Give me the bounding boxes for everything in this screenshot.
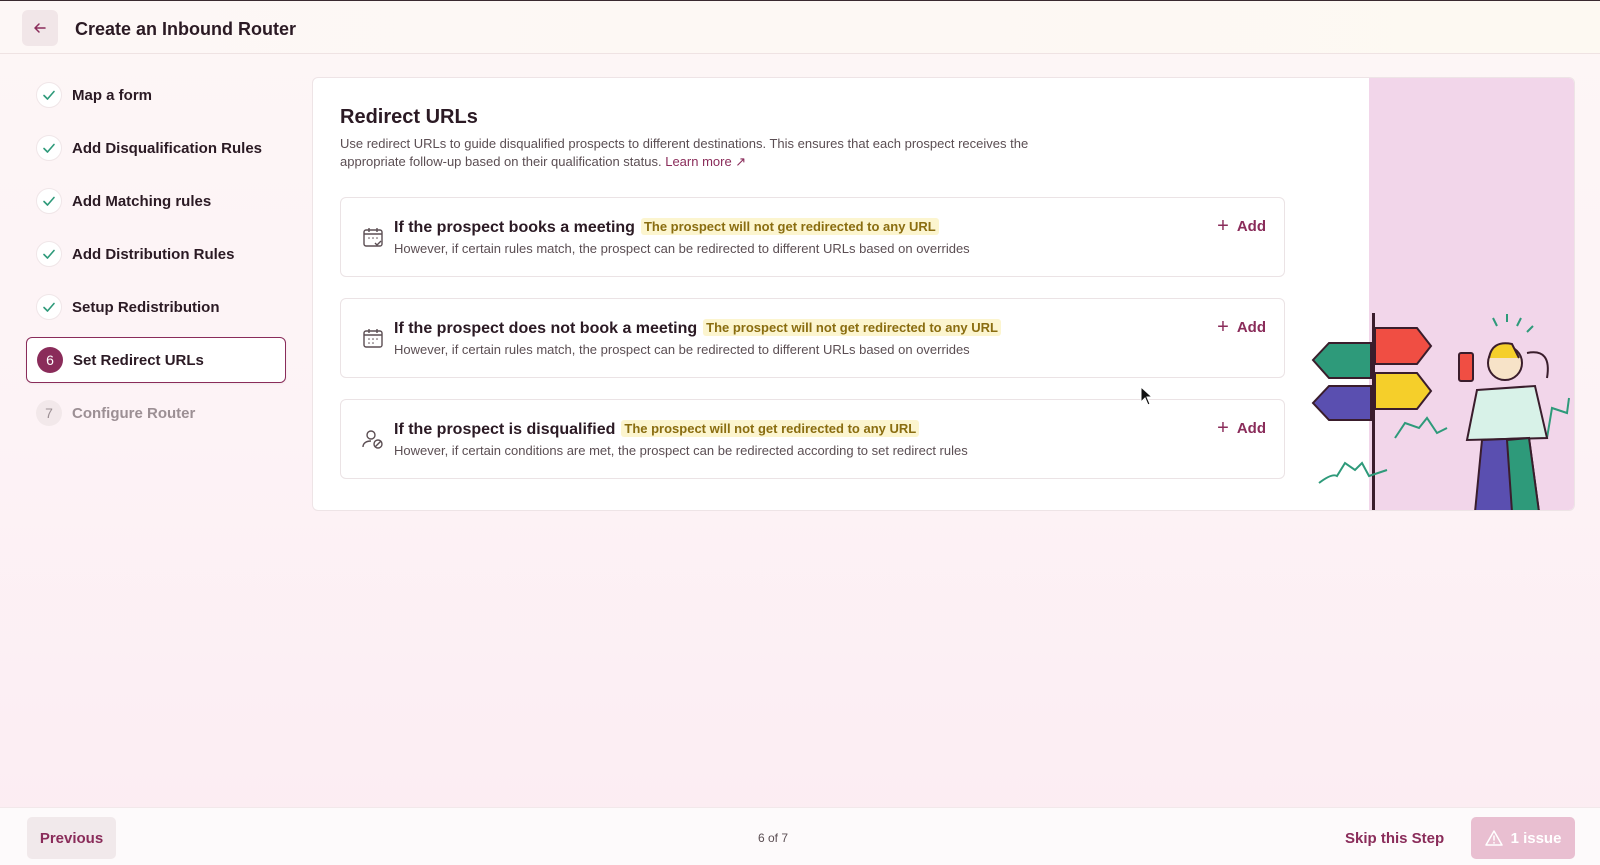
issues-button[interactable]: 1 issue: [1471, 817, 1575, 859]
add-redirect-button[interactable]: + Add: [1217, 418, 1266, 438]
page-title: Create an Inbound Router: [75, 19, 297, 39]
plus-icon: +: [1217, 316, 1229, 338]
skip-step-button[interactable]: Skip this Step: [1345, 830, 1444, 847]
rule-title: If the prospect does not book a meeting: [394, 320, 698, 337]
step-setup-redistribution[interactable]: Setup Redistribution: [26, 284, 286, 330]
learn-more-link[interactable]: Learn more ↗: [665, 154, 746, 169]
step-label: Add Disqualification Rules: [72, 139, 263, 157]
arrow-left-icon: [34, 23, 46, 33]
user-block-icon: [361, 427, 385, 451]
add-redirect-button[interactable]: + Add: [1217, 216, 1266, 236]
rule-title-row: If the prospect books a meeting The prosp…: [394, 218, 939, 237]
back-button[interactable]: [22, 10, 58, 46]
step-label: Set Redirect URLs: [73, 351, 204, 369]
step-map-a-form[interactable]: Map a form: [26, 72, 286, 118]
step-number-badge: 7: [36, 400, 62, 426]
redirect-status-tag: The prospect will not get redirected to …: [621, 420, 920, 437]
rule-title-row: If the prospect is disqualified The prosp…: [394, 420, 920, 439]
section-description: Use redirect URLs to guide disqualified …: [340, 135, 1080, 171]
rule-title-row: If the prospect does not book a meeting T…: [394, 319, 1001, 338]
check-icon: [36, 135, 62, 161]
redirect-rule-card: If the prospect is disqualified The prosp…: [340, 399, 1285, 479]
rule-title: If the prospect is disqualified: [394, 421, 616, 438]
issues-label: 1 issue: [1510, 829, 1562, 847]
footer-bar: Previous 6 of 7 Skip this Step 1 issue: [0, 807, 1600, 865]
rule-title: If the prospect books a meeting: [394, 219, 635, 236]
redirect-rule-card: If the prospect books a meeting The prosp…: [340, 197, 1285, 277]
add-label: Add: [1236, 419, 1266, 437]
step-configure-router[interactable]: 7 Configure Router: [26, 390, 286, 436]
add-redirect-button[interactable]: + Add: [1217, 317, 1266, 337]
warning-icon: [1484, 830, 1503, 846]
rule-subtitle: However, if certain conditions are met, …: [394, 443, 968, 458]
step-add-disqualification-rules[interactable]: Add Disqualification Rules: [26, 125, 286, 171]
signpost-illustration-art: [1311, 313, 1570, 510]
step-add-distribution-rules[interactable]: Add Distribution Rules: [26, 231, 286, 277]
step-label: Add Distribution Rules: [72, 245, 235, 263]
check-icon: [36, 82, 62, 108]
redirect-status-tag: The prospect will not get redirected to …: [640, 218, 939, 235]
section-title: Redirect URLs: [340, 106, 478, 128]
redirect-rule-card: If the prospect does not book a meeting T…: [340, 298, 1285, 378]
add-label: Add: [1236, 217, 1266, 235]
step-label: Setup Redistribution: [72, 298, 220, 316]
check-icon: [36, 188, 62, 214]
stepper: Map a form Add Disqualification Rules Add …: [26, 72, 286, 443]
top-bar: Create an Inbound Router: [0, 0, 1600, 54]
plus-icon: +: [1217, 215, 1229, 237]
check-icon: [36, 241, 62, 267]
calendar-x-icon: [361, 326, 385, 350]
step-label: Map a form: [72, 86, 153, 104]
previous-button[interactable]: Previous: [27, 817, 116, 859]
signpost-illustration: [1311, 78, 1574, 510]
add-label: Add: [1236, 318, 1266, 336]
step-progress: 6 of 7: [758, 831, 789, 845]
step-add-matching-rules[interactable]: Add Matching rules: [26, 178, 286, 224]
calendar-check-icon: [361, 225, 385, 249]
rule-subtitle: However, if certain rules match, the pro…: [394, 342, 970, 357]
step-label: Configure Router: [72, 404, 196, 422]
mouse-cursor-icon: [1140, 386, 1154, 406]
plus-icon: +: [1217, 417, 1229, 439]
rule-subtitle: However, if certain rules match, the pro…: [394, 241, 970, 256]
check-icon: [36, 294, 62, 320]
step-set-redirect-urls[interactable]: 6 Set Redirect URLs: [26, 337, 286, 383]
step-number-badge: 6: [37, 347, 63, 373]
redirect-status-tag: The prospect will not get redirected to …: [703, 319, 1001, 336]
redirect-urls-card: Redirect URLs Use redirect URLs to guide…: [312, 77, 1575, 511]
step-label: Add Matching rules: [72, 192, 212, 210]
